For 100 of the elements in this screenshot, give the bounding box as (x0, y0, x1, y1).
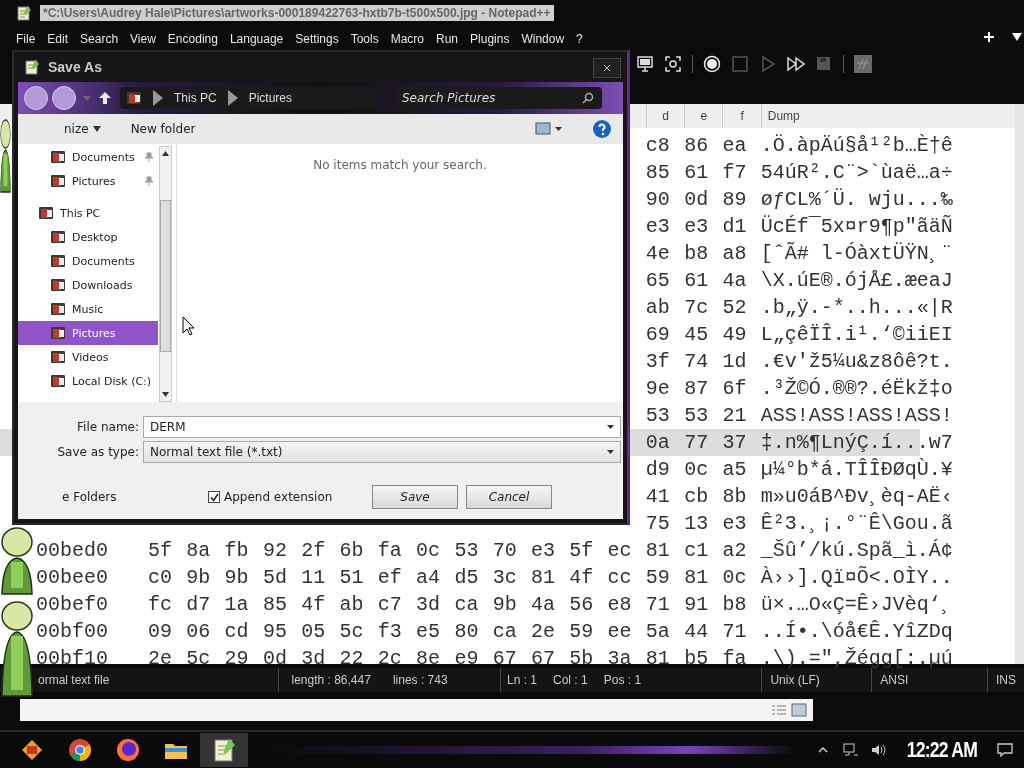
menu-item[interactable]: ? (570, 32, 589, 46)
organize-button[interactable]: nize (64, 122, 101, 136)
menu-item[interactable]: Plugins (464, 32, 516, 46)
address-cell-text: 00bf10 (36, 647, 109, 670)
byte-cell-text: fc (148, 593, 173, 616)
byte-cell-text: fa (377, 539, 403, 562)
nav-item[interactable]: Documents (18, 145, 158, 169)
notepad-icon[interactable] (211, 737, 237, 763)
notification-icon[interactable] (996, 742, 1014, 758)
byte-cell-text: 13 (684, 512, 710, 535)
byte-cell-text: ab (339, 593, 365, 616)
menu-item[interactable]: View (124, 32, 162, 46)
byte-cell-text: 0a (645, 431, 671, 454)
byte-cell-text: 45 (684, 323, 710, 346)
scroll-up-icon[interactable] (162, 151, 169, 156)
address-cell-text: 00bef0 (36, 593, 109, 616)
save-type-dropdown[interactable]: Normal text file (*.txt) (143, 440, 621, 463)
dump-cell-text: .Ö.àpÄú§å¹²b…È†ê (760, 134, 954, 157)
help-icon[interactable] (593, 120, 611, 138)
dump-cell-text: .\).=",Žégg[:.µú (760, 647, 954, 670)
file-name-field[interactable]: DERM (143, 415, 621, 438)
folder-icon (50, 349, 66, 365)
play-icon[interactable] (759, 55, 777, 73)
byte-cell-text: 81 (684, 566, 710, 589)
byte-cell-text: 53 (684, 404, 710, 427)
menu-item[interactable]: Encoding (161, 32, 224, 46)
search-field[interactable]: Search Pictures (396, 87, 602, 109)
dump-cell-text: _Šû’/kú.Spã_ì.Á¢ (760, 539, 954, 562)
up-arrow-icon[interactable] (98, 91, 112, 105)
append-extension-checkbox[interactable]: Append extension (208, 490, 372, 504)
breadcrumb-item[interactable]: Pictures (248, 91, 293, 105)
nav-item[interactable]: Desktop (18, 225, 158, 249)
close-button[interactable] (593, 58, 621, 78)
nav-item[interactable]: Local Disk (C:) (18, 369, 158, 393)
nav-item[interactable]: Videos (18, 345, 158, 369)
firefox-icon[interactable] (115, 737, 141, 763)
nav-item[interactable]: Documents (18, 249, 158, 273)
menu-item[interactable]: Window (515, 32, 571, 46)
byte-cell-text: 6b (339, 539, 365, 562)
menu-item[interactable]: Language (223, 32, 290, 46)
byte-cell-text: 92 (262, 539, 288, 562)
byte-cell-text: 29 (224, 647, 250, 670)
folder-icon (50, 277, 66, 293)
save-macro-icon[interactable] (815, 55, 833, 73)
byte-cell-text: 0d (684, 188, 710, 211)
byte-cell-text: 65 (645, 269, 671, 292)
view-icon[interactable] (535, 122, 563, 136)
nav-item[interactable]: Pictures (18, 321, 158, 345)
chrome-icon[interactable] (67, 737, 93, 763)
byte-cell-text: 89 (722, 188, 748, 211)
clock[interactable]: 12:22 AM (907, 737, 978, 763)
byte-cell-text: d5 (454, 566, 480, 589)
byte-cell-text: 9b (492, 593, 518, 616)
menu-item[interactable]: Edit (41, 32, 75, 46)
byte-cell-text: 2e (148, 647, 173, 670)
breadcrumb-item[interactable]: This PC (174, 91, 217, 105)
menu-item[interactable]: Run (430, 32, 465, 46)
byte-cell-text: 9b (186, 566, 212, 589)
monitor-icon[interactable] (636, 55, 654, 73)
pin-icon (144, 152, 154, 162)
byte-cell-text: 9b (224, 566, 250, 589)
forward-button[interactable] (52, 86, 76, 110)
menu-item[interactable]: Tools (344, 32, 385, 46)
volume-icon[interactable] (870, 742, 889, 758)
nav-item[interactable]: This PC (18, 201, 158, 225)
save-button[interactable]: Save (372, 485, 458, 509)
nav-item[interactable]: Downloads (18, 273, 158, 297)
menu-item[interactable]: Settings (289, 32, 345, 46)
new-folder-button[interactable]: New folder (130, 122, 196, 136)
byte-cell-text: a2 (722, 539, 748, 562)
byte-cell-text: e3 (530, 539, 556, 562)
dump-cell-text: Ê²3.¸¡.°¨Ê\Gou.ã (760, 512, 954, 535)
folder-icon (50, 325, 66, 341)
camera-icon[interactable] (664, 55, 682, 73)
back-button[interactable] (24, 86, 48, 110)
byte-cell-text: 44 (684, 620, 710, 643)
scrollbar[interactable] (159, 146, 172, 402)
plus-icon[interactable] (982, 30, 996, 44)
status-text: lines : 743 (392, 673, 448, 687)
nav-item[interactable]: Music (18, 297, 158, 321)
scroll-down-icon[interactable] (162, 392, 169, 397)
menu-item[interactable]: Search (74, 32, 125, 46)
byte-cell-text: 0c (684, 458, 710, 481)
hide-folders-link[interactable]: e Folders (62, 490, 117, 504)
menu-item[interactable]: Macro (384, 32, 430, 46)
byte-cell-text: c7 (377, 593, 403, 616)
menu-item[interactable]: File (10, 32, 42, 46)
network-icon[interactable] (842, 742, 861, 758)
fast-forward-icon[interactable] (787, 55, 805, 73)
record-icon[interactable] (703, 55, 721, 73)
dialog-title: Save As (48, 59, 102, 75)
cancel-button[interactable]: Cancel (466, 485, 552, 509)
byte-cell-text: c8 (645, 134, 671, 157)
byte-cell-text: 1a (224, 593, 250, 616)
nav-item[interactable]: Pictures (18, 169, 158, 193)
scrollbar[interactable] (1015, 104, 1024, 664)
status-text: ormal text file (38, 673, 110, 687)
byte-cell-text: cd (224, 620, 250, 643)
byte-cell-text: 77 (684, 431, 710, 454)
byte-cell-text: 67 (530, 647, 556, 670)
